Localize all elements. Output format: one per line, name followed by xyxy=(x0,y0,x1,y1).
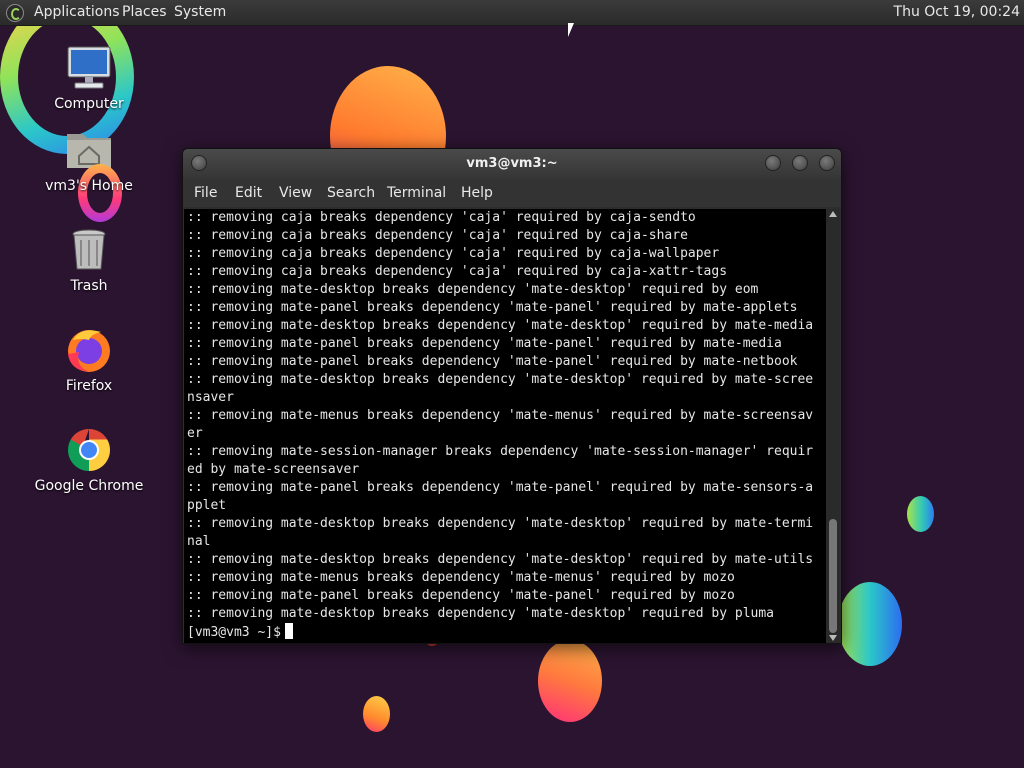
shell-prompt: [vm3@vm3 ~]$ xyxy=(187,625,281,640)
terminal-window: vm3@vm3:~ File Edit View Search Terminal… xyxy=(182,148,842,644)
scroll-up-arrow-icon[interactable] xyxy=(829,211,837,217)
desktop-icon-label: Firefox xyxy=(65,378,113,394)
text-cursor xyxy=(284,623,293,639)
terminal-lines: :: removing caja breaks dependency 'caja… xyxy=(184,209,826,623)
terminal-output[interactable]: :: removing caja breaks dependency 'caja… xyxy=(184,209,826,643)
maximize-button[interactable] xyxy=(792,155,808,171)
desktop-icon-label: Trash xyxy=(70,278,108,294)
wallpaper-small-orange-blob xyxy=(363,696,390,732)
desktop-icon-home[interactable]: vm3's Home xyxy=(34,126,144,213)
terminal-line: :: removing caja breaks dependency 'caja… xyxy=(187,228,688,243)
terminal-line: :: removing mate-desktop breaks dependen… xyxy=(187,552,814,567)
menu-applications[interactable]: Applications xyxy=(34,4,120,20)
terminal-line: er xyxy=(187,426,203,441)
desktop-icon-chrome[interactable]: Google Chrome xyxy=(34,426,144,494)
desktop-icon-firefox[interactable]: Firefox xyxy=(34,326,144,394)
wallpaper-small-green-blob xyxy=(907,496,934,532)
terminal-line: :: removing caja breaks dependency 'caja… xyxy=(187,246,720,261)
minimize-button[interactable] xyxy=(765,155,781,171)
terminal-line: :: removing mate-desktop breaks dependen… xyxy=(187,318,814,333)
terminal-line: :: removing mate-panel breaks dependency… xyxy=(187,336,782,351)
menu-terminal[interactable]: Terminal xyxy=(387,185,446,201)
terminal-line: :: removing mate-menus breaks dependency… xyxy=(187,408,814,423)
terminal-menubar: File Edit View Search Terminal Help xyxy=(183,179,841,207)
desktop-icon-label: Computer xyxy=(54,96,124,112)
window-title: vm3@vm3:~ xyxy=(466,156,558,171)
close-button[interactable] xyxy=(819,155,835,171)
menu-file[interactable]: File xyxy=(194,185,217,201)
menu-system[interactable]: System xyxy=(174,4,226,20)
window-titlebar[interactable]: vm3@vm3:~ xyxy=(183,149,841,179)
terminal-line: :: removing mate-desktop breaks dependen… xyxy=(187,516,814,531)
terminal-line: :: removing mate-panel breaks dependency… xyxy=(187,354,798,369)
terminal-line: :: removing mate-desktop breaks dependen… xyxy=(187,282,759,297)
desktop-icon-trash[interactable]: Trash xyxy=(34,226,144,294)
trash-icon xyxy=(65,226,113,274)
terminal-line: :: removing mate-desktop breaks dependen… xyxy=(187,606,774,621)
terminal-line: nsaver xyxy=(187,390,234,405)
mate-logo-icon[interactable] xyxy=(6,4,24,22)
terminal-line: :: removing mate-desktop breaks dependen… xyxy=(187,372,814,387)
terminal-line: ed by mate-screensaver xyxy=(187,462,360,477)
terminal-scrollbar[interactable] xyxy=(826,209,840,643)
scrollbar-thumb[interactable] xyxy=(829,519,837,633)
terminal-line: :: removing mate-panel breaks dependency… xyxy=(187,588,735,603)
terminal-line: pplet xyxy=(187,498,227,513)
menu-edit[interactable]: Edit xyxy=(235,185,262,201)
computer-icon xyxy=(65,44,113,92)
desktop-icon-computer[interactable]: Computer xyxy=(34,44,144,112)
terminal-prompt-line[interactable]: [vm3@vm3 ~]$ xyxy=(184,623,826,642)
menu-view[interactable]: View xyxy=(279,185,312,201)
menu-places[interactable]: Places xyxy=(122,4,167,20)
clock[interactable]: Thu Oct 19, 00:24 xyxy=(894,4,1020,20)
firefox-icon xyxy=(65,326,113,374)
terminal-line: :: removing caja breaks dependency 'caja… xyxy=(187,264,728,279)
terminal-line: :: removing mate-panel breaks dependency… xyxy=(187,300,798,315)
wallpaper-green-blue-blob xyxy=(838,582,902,666)
chrome-icon xyxy=(65,426,113,474)
scroll-down-arrow-icon[interactable] xyxy=(829,635,837,641)
terminal-line: :: removing caja breaks dependency 'caja… xyxy=(187,210,696,225)
desktop-icon-label: Google Chrome xyxy=(34,478,144,494)
top-panel: Applications Places System Thu Oct 19, 0… xyxy=(0,0,1024,26)
terminal-line: nal xyxy=(187,534,211,549)
wallpaper-pink-blob xyxy=(538,640,602,722)
mouse-pointer-icon xyxy=(568,23,574,37)
terminal-line: :: removing mate-menus breaks dependency… xyxy=(187,570,735,585)
menu-search[interactable]: Search xyxy=(327,185,375,201)
desktop-icon-label: vm3's Home xyxy=(45,178,133,194)
terminal-line: :: removing mate-session-manager breaks … xyxy=(187,444,814,459)
terminal-line: :: removing mate-panel breaks dependency… xyxy=(187,480,814,495)
menu-help[interactable]: Help xyxy=(461,185,493,201)
